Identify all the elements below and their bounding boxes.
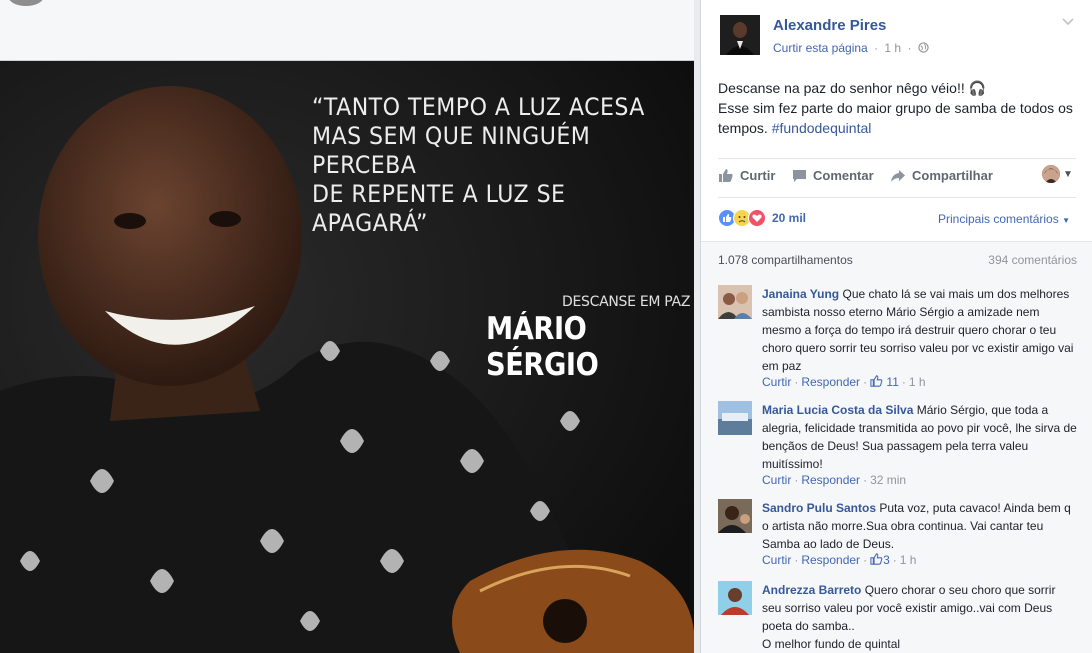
comment-sort-dropdown[interactable]: Principais comentários ▼ [938,212,1070,226]
separator-dot: · [863,553,868,567]
comment-time[interactable]: 32 min [870,473,906,487]
photo-caption-name: MÁRIO SÉRGIO [486,311,599,383]
comment-reply-link[interactable]: Responder [801,375,860,389]
comment-body: Janaina Yung Que chato lá se vai mais um… [762,285,1078,375]
commenter-avatar[interactable] [718,499,752,533]
close-button[interactable] [8,0,44,6]
shares-count[interactable]: 1.078 compartilhamentos [718,253,853,267]
comment-actions: Curtir · Responder · 3 · 1 h [762,553,916,567]
reactions-summary[interactable]: 20 mil [718,208,806,228]
share-button[interactable]: Compartilhar [890,168,993,183]
post-text: Descanse na paz do senhor nêgo véio!! 🎧 … [718,78,1078,138]
post-photo[interactable]: “TANTO TEMPO A LUZ ACESA MAS SEM QUE NIN… [0,61,694,653]
comment-actions: Curtir · Responder · 11 · 1 h [762,375,926,389]
separator-dot: · [794,473,799,487]
like-label: Curtir [740,168,776,183]
separator-dot: · [794,553,799,567]
separator-dot: · [892,553,897,567]
author-avatar-image [720,15,760,55]
comment-actions: Curtir · Responder · 32 min [762,473,906,487]
author-avatar[interactable] [720,15,760,55]
post-text-line: Descanse na paz do senhor nêgo véio!! 🎧 [718,80,987,96]
separator-dot: · [907,41,912,55]
separator-dot: · [863,375,868,389]
caret-down-icon: ▼ [1062,216,1070,225]
comment-reply-link[interactable]: Responder [801,473,860,487]
separator-dot: · [901,375,906,389]
hashtag-link[interactable]: #fundodequintal [772,120,872,136]
comment-likes[interactable]: 3 [870,553,890,567]
post-actions-bar: Curtir Comentar Compartilhar ▼ [718,158,1076,198]
like-button[interactable]: Curtir [718,168,775,183]
comments-count[interactable]: 394 comentários [988,253,1077,267]
comments-list: Janaina Yung Que chato lá se vai mais um… [701,275,1092,653]
reaction-count[interactable]: 20 mil [772,211,806,225]
chevron-down-icon[interactable] [1062,14,1074,29]
speech-bubble-icon [792,169,807,183]
comment-likes[interactable]: 11 [870,375,899,389]
comment-like-link[interactable]: Curtir [762,553,791,567]
post-text-line: Esse sim fez parte do maior grupo de sam… [718,100,1073,136]
comment-text-extra: O melhor fundo de quintal [762,637,901,651]
comment-body: Sandro Pulu Santos Puta voz, puta cavaco… [762,499,1078,553]
photo-caption-small: DESCANSE EM PAZ [562,294,691,310]
comment-body: Maria Lucia Costa da Silva Mário Sérgio,… [762,401,1078,473]
photo-viewer-top-bar [0,0,694,61]
comment-button[interactable]: Comentar [792,168,874,183]
thumbs-up-icon [870,553,883,565]
thumbs-up-icon [870,375,883,387]
commenter-avatar[interactable] [718,285,752,319]
viewer-divider [694,0,701,653]
comment-author[interactable]: Sandro Pulu Santos [762,501,876,515]
comment-like-link[interactable]: Curtir [762,375,791,389]
commenter-avatar[interactable] [718,401,752,435]
commenter-avatar[interactable] [718,581,752,615]
comment-time[interactable]: 1 h [909,375,926,389]
thumbs-up-icon [718,168,734,183]
share-arrow-icon [890,169,906,183]
love-reaction-icon [748,209,766,227]
separator-dot: · [863,473,868,487]
post-author[interactable]: Alexandre Pires [773,17,886,34]
share-label: Compartilhar [912,168,993,183]
caret-down-icon[interactable]: ▼ [1063,169,1073,180]
comment-author[interactable]: Maria Lucia Costa da Silva [762,403,913,417]
globe-icon [918,41,929,55]
separator-dot: · [794,375,799,389]
comment-reply-link[interactable]: Responder [801,553,860,567]
post-time[interactable]: 1 h [884,41,901,55]
comment-like-link[interactable]: Curtir [762,473,791,487]
comment-author[interactable]: Andrezza Barreto [762,583,861,597]
comment-body: Andrezza Barreto Quero chorar o seu chor… [762,581,1078,653]
comment-author[interactable]: Janaina Yung [762,287,839,301]
comment-time[interactable]: 1 h [900,553,917,567]
post-sidebar: Alexandre Pires Curtir esta página · 1 h… [701,0,1092,653]
post-meta: Curtir esta página · 1 h · [773,41,929,55]
like-page-link[interactable]: Curtir esta página [773,41,868,55]
separator-dot: · [874,41,879,55]
viewer-avatar[interactable] [1042,165,1060,183]
photo-quote: “TANTO TEMPO A LUZ ACESA MAS SEM QUE NIN… [312,93,645,237]
comment-label: Comentar [813,168,874,183]
post-stats-bar: 1.078 compartilhamentos 394 comentários [701,241,1092,276]
